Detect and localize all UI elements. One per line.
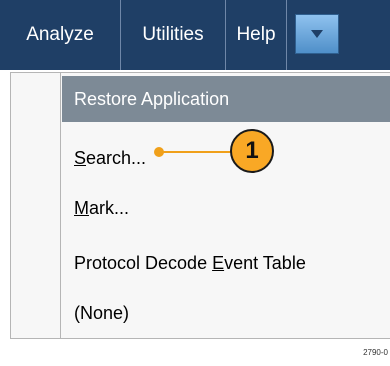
menu-analyze[interactable]: Analyze — [0, 0, 120, 70]
dropdown-button[interactable] — [295, 14, 339, 54]
menu-item-restore-application[interactable]: Restore Application — [62, 76, 390, 122]
mnemonic-letter: E — [212, 253, 225, 273]
mnemonic-letter: S — [74, 148, 87, 168]
menu-utilities[interactable]: Utilities — [121, 0, 225, 70]
menu-item-mark[interactable]: Mark... — [62, 183, 390, 233]
mnemonic-text: earch... — [86, 148, 147, 168]
mnemonic-letter: M — [74, 198, 89, 218]
menu-item-protocol-decode-event-table[interactable]: Protocol Decode Event Table — [62, 238, 390, 288]
mnemonic-text: Protocol Decode — [74, 253, 213, 273]
mnemonic-text: vent Table — [224, 253, 306, 273]
callout-number-badge: 1 — [230, 129, 274, 173]
menu-icon-gutter — [11, 73, 61, 338]
chevron-down-icon — [311, 30, 323, 38]
callout-leader-line — [160, 151, 232, 153]
figure-id: 2790-0 — [363, 348, 388, 357]
menu-separator — [286, 0, 287, 70]
utilities-dropdown-menu: Restore Application Search... Mark... Pr… — [10, 72, 390, 339]
mnemonic-text: ark... — [89, 198, 130, 218]
callout-leader-dot — [154, 147, 164, 157]
menu-item-search[interactable]: Search... — [62, 133, 390, 183]
menu-bar: Analyze Utilities Help — [0, 0, 390, 70]
menu-help[interactable]: Help — [226, 0, 286, 70]
menu-item-none[interactable]: (None) — [62, 288, 390, 338]
